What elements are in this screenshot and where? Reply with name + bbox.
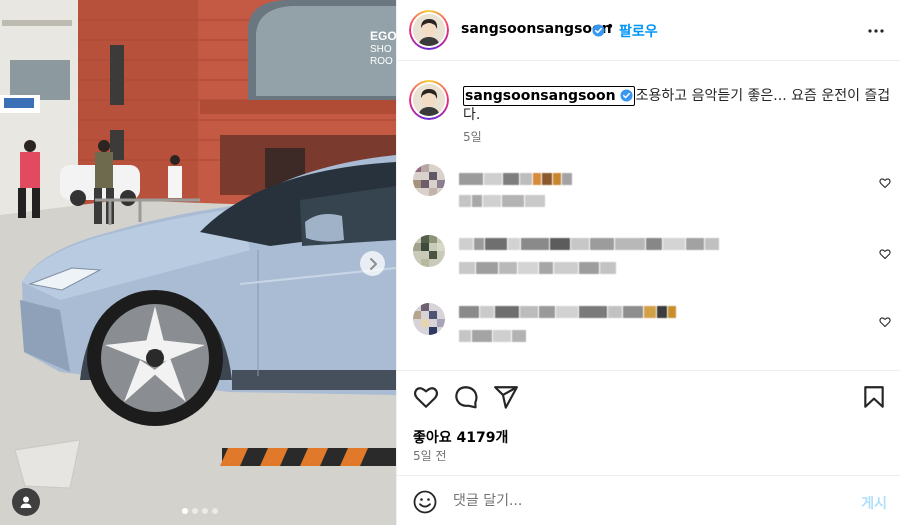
heart-icon[interactable] <box>413 384 439 410</box>
comment-like-heart-icon[interactable] <box>879 177 891 189</box>
instagram-post-view: EGO SHO ROO sangsoonsangsoon • 팔로우 sangs… <box>0 0 900 525</box>
comment-item <box>397 235 900 283</box>
more-options-icon[interactable] <box>867 22 885 40</box>
caption-username-box[interactable]: sangsoonsangsoon <box>463 86 635 106</box>
author-avatar[interactable] <box>409 10 449 50</box>
carousel-indicator <box>182 508 218 514</box>
post-timestamp: 5일 전 <box>413 449 447 463</box>
comment-text-pixelated <box>459 262 616 274</box>
share-icon[interactable] <box>493 384 519 410</box>
bookmark-icon[interactable] <box>861 384 887 410</box>
carousel-next-button[interactable] <box>360 251 385 276</box>
author-username[interactable]: sangsoonsangsoon <box>461 21 612 37</box>
post-actions: 좋아요 4179개 5일 전 <box>397 370 900 475</box>
avatar-illustration <box>413 84 445 116</box>
post-header: sangsoonsangsoon • 팔로우 <box>397 0 900 61</box>
avatar-illustration <box>413 14 445 46</box>
comment-meta-pixelated <box>459 195 545 207</box>
comment-composer: 게시 <box>397 475 900 525</box>
comment-icon[interactable] <box>453 384 479 410</box>
comment-text-pixelated <box>459 173 572 185</box>
comment-like-heart-icon[interactable] <box>879 316 891 328</box>
caption-timestamp: 5일 <box>463 130 482 144</box>
chevron-right-icon <box>369 257 377 270</box>
carousel-dot <box>202 508 208 514</box>
comment-item <box>397 164 900 212</box>
pixelated-avatar-image <box>413 235 445 267</box>
svg-text:EGO: EGO <box>370 29 396 43</box>
pixelated-avatar-image <box>413 164 445 196</box>
follow-button[interactable]: 팔로우 <box>619 21 658 41</box>
verified-badge-icon <box>592 24 605 37</box>
caption-author-avatar[interactable] <box>409 80 449 120</box>
carousel-dot <box>192 508 198 514</box>
emoji-icon[interactable] <box>413 490 437 514</box>
user-tag-icon <box>20 496 32 508</box>
comment-text-pixelated <box>459 306 676 318</box>
caption-text-block: sangsoonsangsoon 조용하고 음악듣기 좋은... 요즘 운전이 즐… <box>463 86 891 124</box>
comment-avatar-pixelated[interactable] <box>413 303 445 335</box>
comment-avatar-pixelated[interactable] <box>413 235 445 267</box>
post-comment-button[interactable]: 게시 <box>861 493 887 513</box>
photo-scene: EGO SHO ROO <box>0 0 396 525</box>
comment-text-pixelated <box>459 238 719 250</box>
post-photo[interactable]: EGO SHO ROO <box>0 0 396 525</box>
tagged-users-button[interactable] <box>12 488 40 516</box>
post-side-panel: sangsoonsangsoon • 팔로우 sangsoonsangsoon … <box>396 0 900 525</box>
comment-like-heart-icon[interactable] <box>879 248 891 260</box>
carousel-dot <box>182 508 188 514</box>
caption-username[interactable]: sangsoonsangsoon <box>465 88 616 104</box>
verified-badge-icon <box>620 89 633 102</box>
header-separator: • <box>606 19 615 35</box>
carousel-dot <box>212 508 218 514</box>
svg-text:ROO: ROO <box>370 56 393 67</box>
likes-count[interactable]: 좋아요 4179개 <box>413 427 508 447</box>
pixelated-avatar-image <box>413 303 445 335</box>
svg-text:SHO: SHO <box>370 44 392 55</box>
comment-meta-pixelated <box>459 330 526 342</box>
comment-input[interactable] <box>453 491 833 511</box>
comment-item <box>397 303 900 351</box>
comment-avatar-pixelated[interactable] <box>413 164 445 196</box>
